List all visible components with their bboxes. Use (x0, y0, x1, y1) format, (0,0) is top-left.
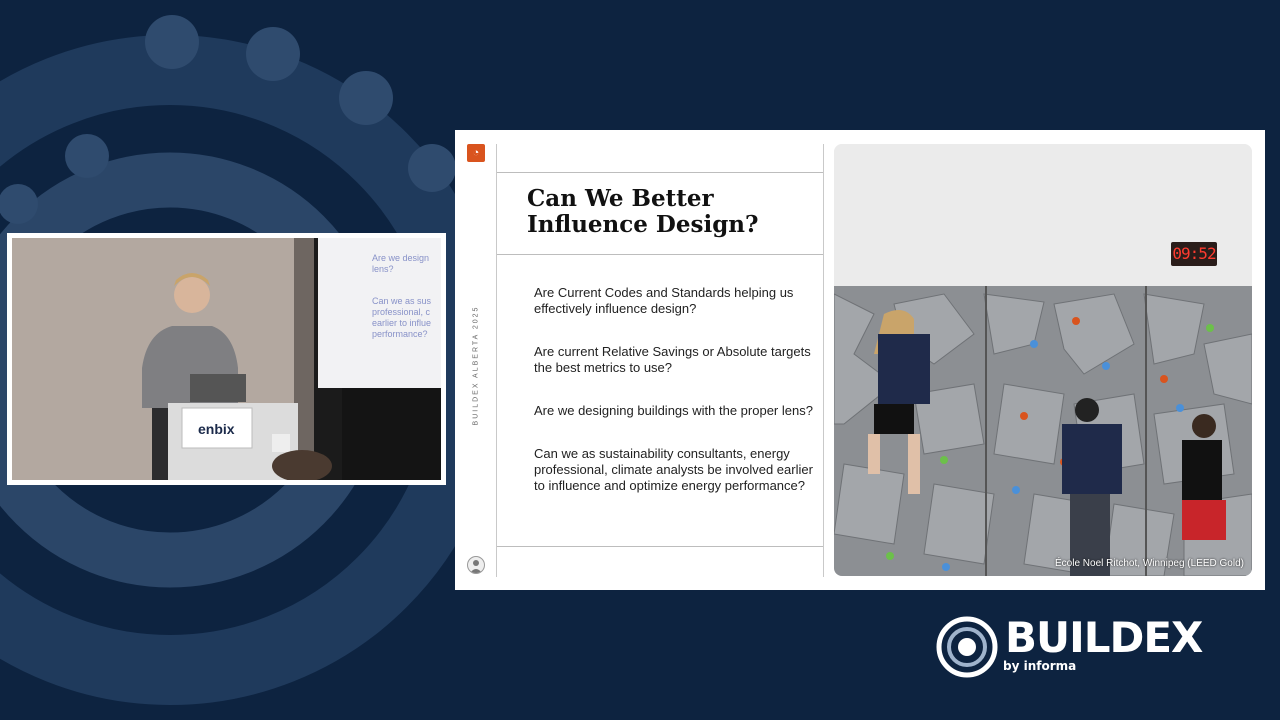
vertical-brand-label: BUILDEX ALBERTA 2025 (472, 305, 480, 425)
slide-bullets: Are Current Codes and Standards helping … (534, 285, 814, 521)
bullet-item: Can we as sustainability consultants, en… (534, 446, 813, 493)
presentation-slide: ◔ BUILDEX ALBERTA 2025 Can We Better Inf… (455, 130, 1265, 590)
podium-label: enbix (198, 421, 235, 437)
slide-rule-bottom (497, 546, 823, 547)
bullet-item: Are Current Codes and Standards helping … (534, 285, 794, 316)
screen-text-1: Are we design lens? (372, 253, 430, 274)
slide-rule-top (497, 172, 823, 173)
slide-rule-title (497, 254, 823, 255)
wall-timer-display: 09:52 (1171, 242, 1217, 266)
photo-caption: École Noel Ritchot, Winnipeg (LEED Gold) (1055, 558, 1244, 569)
climbing-wall-photo: 09:52 École Noel Ritchot, Winnipeg (LEED… (834, 144, 1252, 576)
slide-logo-icon: ◔ (467, 144, 485, 162)
presenter-avatar-icon (467, 556, 485, 574)
slide-divider-left (496, 144, 497, 577)
speaker-video-frame: Are we design lens? Can we as sus profes… (12, 238, 441, 480)
slide-divider-right (823, 144, 824, 577)
screen-text-2: Can we as sus professional, c earlier to… (372, 296, 432, 339)
bullet-item: Are current Relative Savings or Absolute… (534, 344, 811, 375)
brand-subtitle: by informa (1003, 659, 1077, 673)
bullet-item: Are we designing buildings with the prop… (534, 403, 813, 418)
speaker-video: Are we design lens? Can we as sus profes… (7, 233, 446, 485)
slide-title: Can We Better Influence Design? (527, 185, 759, 238)
buildex-logo: BUILDEX by informa (935, 613, 1225, 681)
brand-name: BUILDEX (1005, 613, 1203, 662)
buildex-logo-icon (936, 616, 998, 678)
